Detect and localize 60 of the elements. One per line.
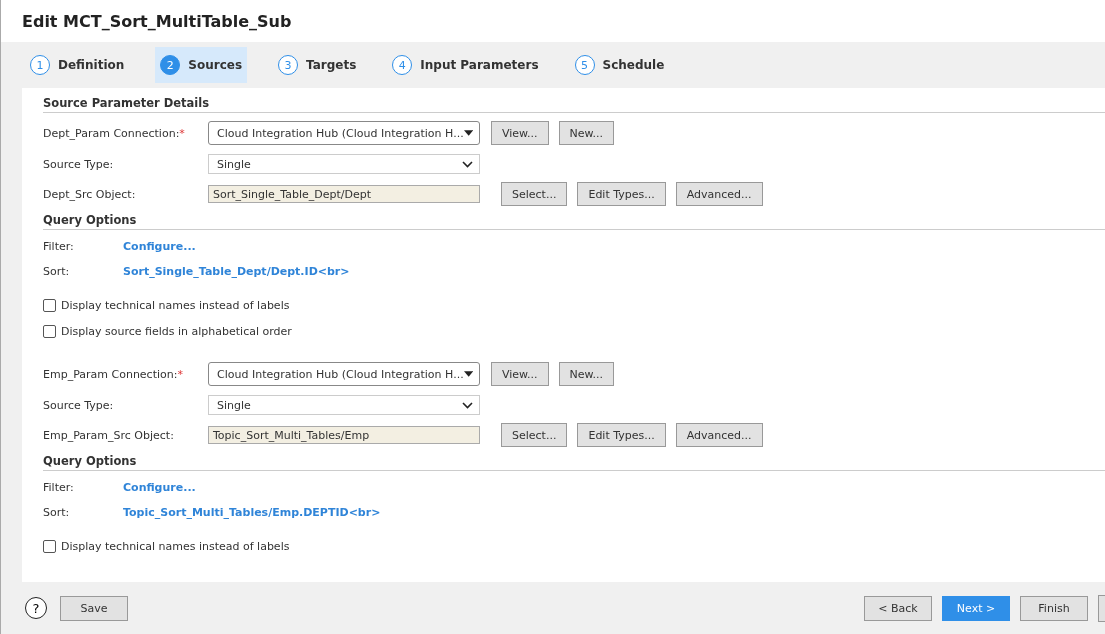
step-number: 4	[392, 55, 413, 75]
footer-button[interactable]: < Back	[864, 595, 932, 621]
checkbox-label: Display source fields in alphabetical order	[61, 324, 292, 338]
footer-button[interactable]: Finish	[1020, 595, 1088, 621]
window-title: Edit MCT_Sort_MultiTable_Sub	[22, 11, 292, 31]
step-number: 5	[574, 55, 595, 75]
checkbox[interactable]	[43, 539, 56, 553]
configure-link[interactable]: Configure...	[123, 480, 196, 494]
help-button[interactable]: ?	[25, 597, 47, 619]
section-heading: Query Options	[43, 213, 1105, 230]
connection-dropdown[interactable]: Cloud Integration Hub (Cloud Integration H...	[208, 121, 480, 145]
action-button[interactable]: Advanced...	[675, 423, 763, 447]
source-type-dropdown[interactable]: Single	[208, 395, 480, 415]
configure-link[interactable]: Configure...	[123, 239, 196, 253]
step-number: 1	[30, 55, 50, 75]
action-button[interactable]: Edit Types...	[577, 182, 666, 206]
step-number: 2	[160, 55, 181, 75]
step-tab[interactable]: 2 Sources	[155, 47, 248, 83]
action-button[interactable]: New...	[558, 121, 615, 145]
chevron-icon	[462, 401, 473, 409]
caret-icon	[463, 130, 473, 136]
step-tab[interactable]: 3 Targets	[273, 47, 362, 83]
action-button[interactable]: Advanced...	[675, 182, 763, 206]
field-label: Filter:	[43, 480, 75, 494]
step-number: 3	[278, 55, 299, 75]
action-button[interactable]: View...	[491, 362, 549, 386]
action-button[interactable]: Select...	[501, 423, 568, 447]
field-label: Emp_Param Connection:*	[43, 367, 184, 381]
source-type-dropdown[interactable]: Single	[208, 154, 480, 174]
checkbox-label: Display technical names instead of labels	[61, 539, 290, 553]
section-heading: Source Parameter Details	[43, 96, 1105, 113]
connection-dropdown[interactable]: Cloud Integration Hub (Cloud Integration H...	[208, 362, 480, 386]
sort-link[interactable]: Topic_Sort_Multi_Tables/Emp.DEPTID<br>	[123, 505, 381, 519]
field-label: Dept_Src Object:	[43, 187, 137, 201]
field-label: Source Type:	[43, 157, 115, 171]
checkbox[interactable]	[43, 298, 56, 312]
object-field[interactable]: Sort_Single_Table_Dept/Dept	[208, 185, 480, 203]
step-tab[interactable]: 5 Schedule	[569, 47, 670, 83]
object-field[interactable]: Topic_Sort_Multi_Tables/Emp	[208, 426, 480, 444]
required-mark: *	[179, 126, 185, 140]
field-label: Emp_Param_Src Object:	[43, 428, 175, 442]
sort-link[interactable]: Sort_Single_Table_Dept/Dept.ID<br>	[123, 264, 350, 278]
action-button[interactable]: View...	[491, 121, 549, 145]
field-label: Filter:	[43, 239, 75, 253]
step-tab[interactable]: 1 Definition	[25, 47, 130, 83]
step-tab[interactable]: 4 Input Parameters	[387, 47, 544, 83]
action-button[interactable]: New...	[558, 362, 615, 386]
required-mark: *	[177, 367, 183, 381]
section-heading: Query Options	[43, 454, 1105, 471]
checkbox-label: Display technical names instead of labels	[61, 298, 290, 312]
field-label: Source Type:	[43, 398, 115, 412]
caret-icon	[463, 371, 473, 377]
field-label: Sort:	[43, 505, 71, 519]
footer-button[interactable]: Save	[60, 595, 128, 621]
action-button[interactable]: Edit Types...	[577, 423, 666, 447]
action-button[interactable]: Select...	[501, 182, 568, 206]
chevron-icon	[462, 160, 473, 168]
checkbox[interactable]	[43, 324, 56, 338]
field-label: Sort:	[43, 264, 71, 278]
field-label: Dept_Param Connection:*	[43, 126, 186, 140]
